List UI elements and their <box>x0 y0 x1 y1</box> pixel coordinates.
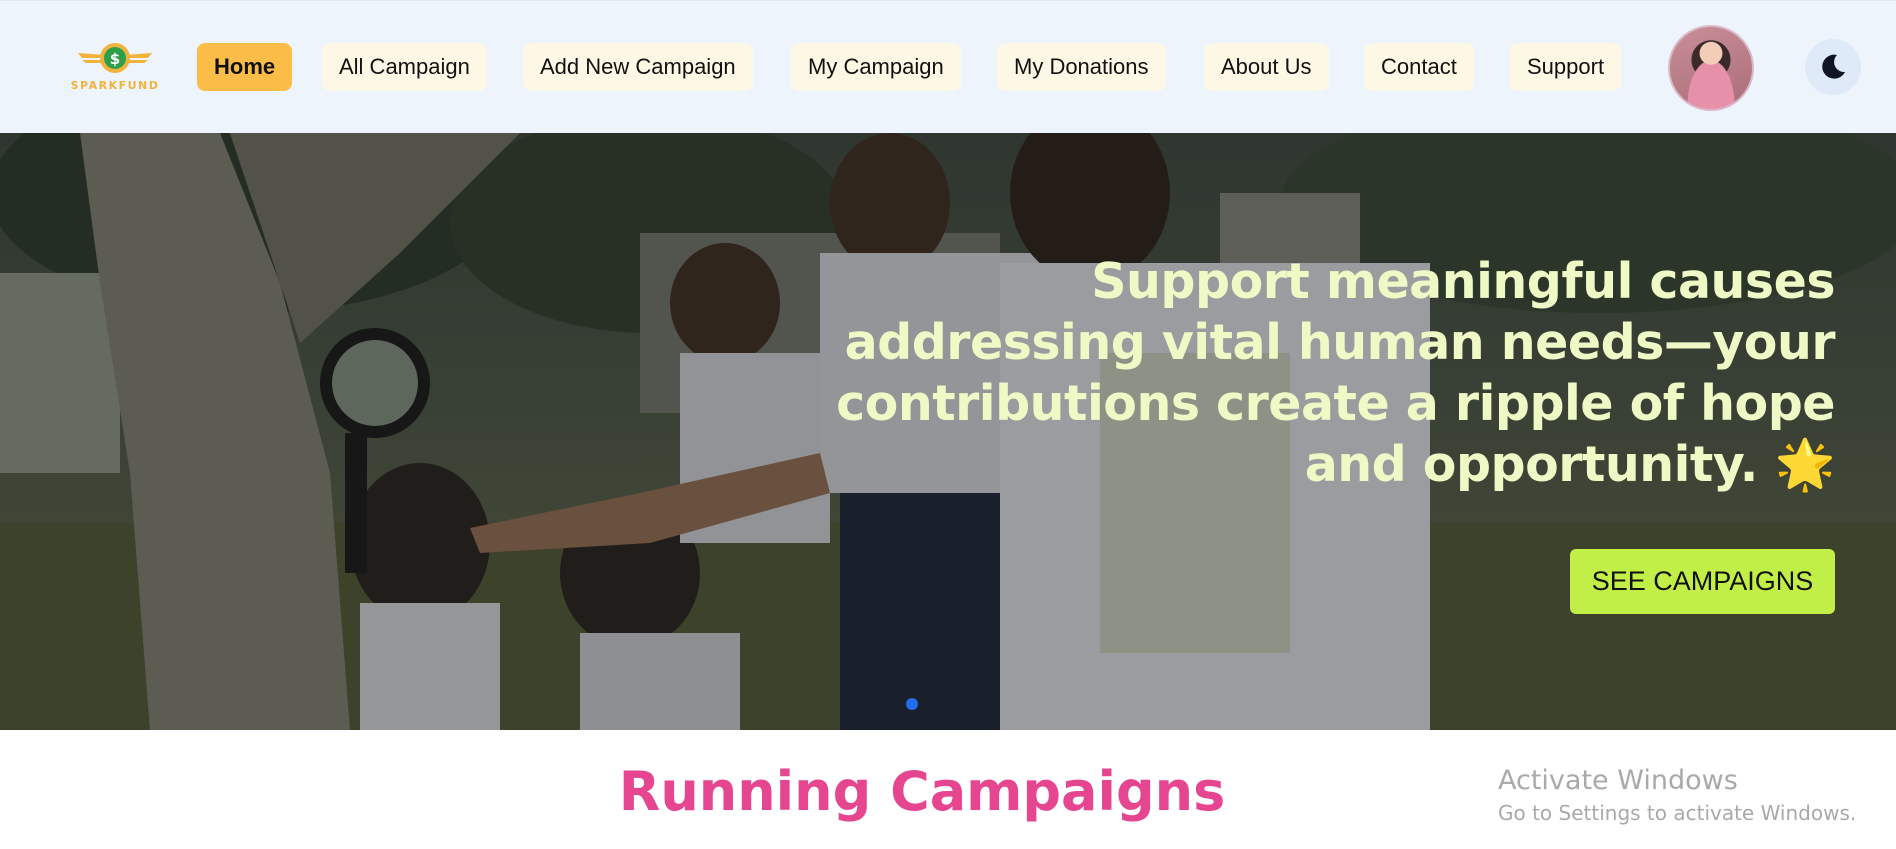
svg-text:$: $ <box>110 50 120 68</box>
headline-line-3: contributions create a ripple of hope <box>836 375 1835 432</box>
nav-contact[interactable]: Contact <box>1364 43 1474 91</box>
nav-support[interactable]: Support <box>1510 43 1622 91</box>
slider-dot-active[interactable] <box>906 698 918 710</box>
watermark-subtitle: Go to Settings to activate Windows. <box>1498 801 1857 825</box>
sparkfund-logo[interactable]: $ SPARKFUND <box>70 39 160 99</box>
headline-line-1: Support meaningful causes <box>1091 253 1835 310</box>
nav-home[interactable]: Home <box>197 43 293 91</box>
logo-icon: $ <box>78 43 152 73</box>
watermark-title: Activate Windows <box>1498 765 1738 796</box>
nav-all-campaign[interactable]: All Campaign <box>322 43 487 91</box>
headline-line-2: addressing vital human needs—your <box>844 314 1836 371</box>
see-campaigns-button[interactable]: SEE CAMPAIGNS <box>1570 549 1835 614</box>
headline-line-4-text: and opportunity. <box>1304 436 1759 493</box>
activate-windows-watermark: Activate Windows Go to Settings to activ… <box>1498 764 1856 828</box>
headline-line-4: and opportunity. 🌟 <box>835 434 1836 495</box>
top-navbar: $ SPARKFUND Home All Campaign Add New Ca… <box>0 0 1896 133</box>
star-icon: 🌟 <box>1774 436 1835 493</box>
section-title-text: Running Campaigns <box>618 760 1226 823</box>
nav-add-new-campaign[interactable]: Add New Campaign <box>523 43 753 91</box>
nav-my-donations[interactable]: My Donations <box>997 43 1166 91</box>
nav-about-us[interactable]: About Us <box>1204 43 1329 91</box>
nav-my-campaign[interactable]: My Campaign <box>791 43 961 91</box>
theme-toggle-button[interactable] <box>1805 39 1861 95</box>
logo-text: SPARKFUND <box>70 79 160 92</box>
moon-icon <box>1822 54 1845 79</box>
user-avatar[interactable] <box>1668 25 1754 111</box>
hero-banner: Support meaningful causes addressing vit… <box>0 133 1896 730</box>
hero-headline: Support meaningful causes addressing vit… <box>835 251 1835 495</box>
